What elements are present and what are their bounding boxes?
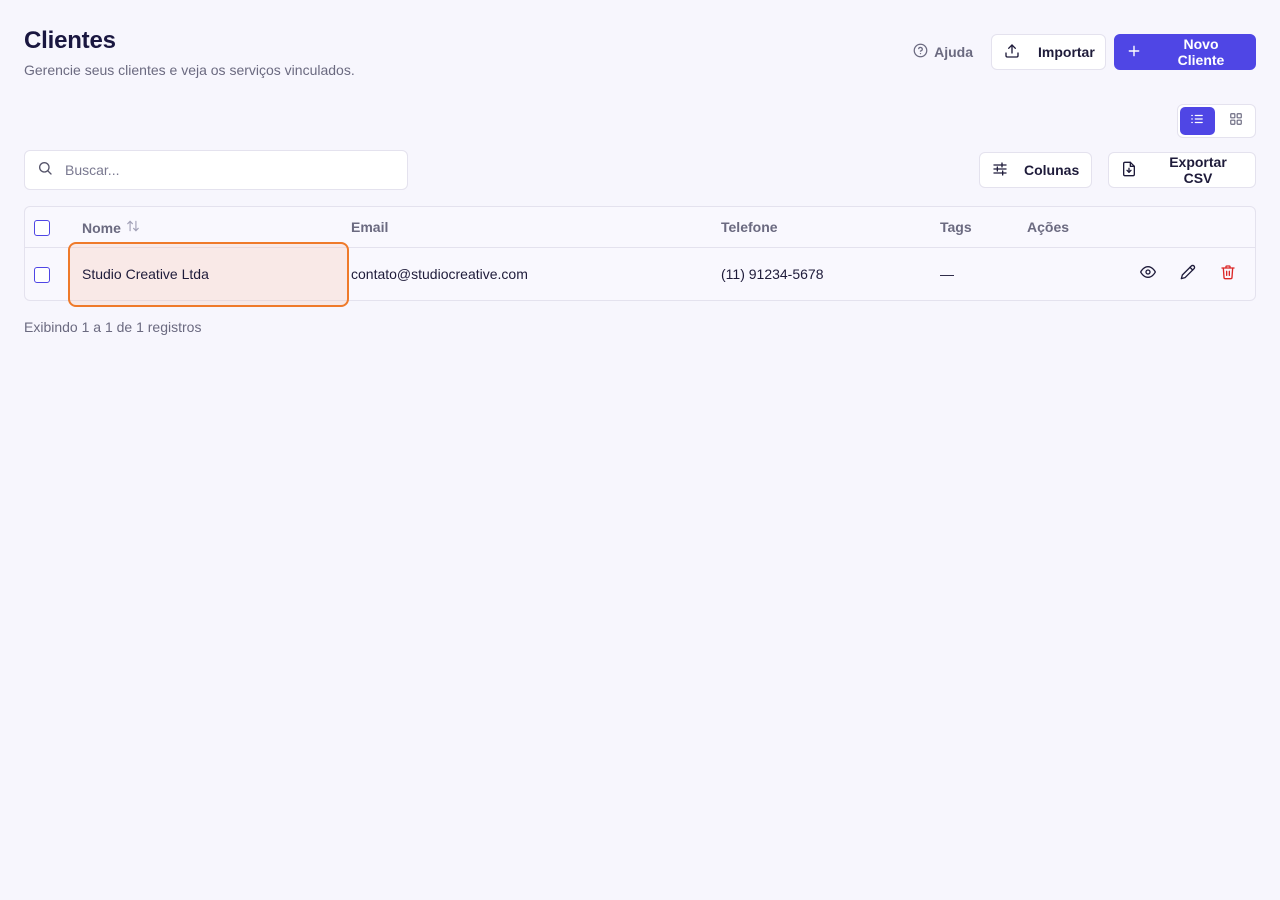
file-download-icon (1121, 161, 1137, 180)
export-csv-label: Exportar CSV (1169, 154, 1227, 186)
column-header-tags: Tags (940, 219, 972, 235)
grid-icon (1229, 112, 1243, 131)
column-header-name[interactable]: Nome (82, 219, 141, 236)
header-actions: Ajuda Importar Novo Cliente (903, 34, 1256, 70)
cell-phone: (11) 91234-5678 (721, 266, 824, 282)
pencil-icon (1180, 264, 1196, 285)
cell-name[interactable]: Studio Creative Ltda (82, 266, 209, 282)
page-title: Clientes (24, 27, 116, 54)
plus-icon (1127, 44, 1141, 61)
import-button[interactable]: Importar (991, 34, 1106, 70)
clients-table: Nome Email Telefone Tags Ações Studio Cr… (24, 206, 1256, 307)
columns-button[interactable]: Colunas (979, 152, 1092, 188)
help-circle-icon (913, 43, 928, 61)
clients-page: Clientes Gerencie seus clientes e veja o… (0, 0, 1280, 900)
columns-label: Colunas (1024, 162, 1080, 178)
cell-tags: — (940, 266, 954, 282)
trash-icon (1220, 264, 1236, 285)
eye-icon (1140, 264, 1156, 285)
import-label: Importar (1038, 44, 1095, 60)
cell-email: contato@studiocreative.com (351, 266, 528, 282)
search-box (24, 150, 408, 190)
list-icon (1190, 112, 1204, 131)
new-client-label: Novo Cliente (1177, 36, 1225, 68)
column-header-phone: Telefone (721, 219, 778, 235)
table-toolbar: Colunas Exportar CSV (979, 152, 1256, 188)
new-client-button[interactable]: Novo Cliente (1114, 34, 1256, 70)
search-input[interactable] (65, 162, 385, 178)
row-checkbox[interactable] (34, 267, 50, 283)
grid-view-button[interactable] (1219, 107, 1254, 135)
help-label: Ajuda (934, 44, 973, 60)
column-header-email: Email (351, 219, 389, 235)
sort-icon (125, 219, 141, 236)
pagination-summary: Exibindo 1 a 1 de 1 registros (24, 319, 202, 335)
help-link[interactable]: Ajuda (903, 34, 983, 70)
select-all-checkbox[interactable] (34, 220, 50, 236)
sliders-icon (992, 161, 1008, 180)
search-icon (37, 160, 53, 181)
table-row: Studio Creative Ltda contato@studiocreat… (25, 242, 1255, 307)
list-view-button[interactable] (1180, 107, 1215, 135)
upload-icon (1004, 43, 1020, 62)
view-toggle (1177, 104, 1256, 138)
view-button[interactable] (1137, 263, 1159, 285)
export-csv-button[interactable]: Exportar CSV (1108, 152, 1256, 188)
column-header-actions: Ações (1027, 219, 1070, 235)
edit-button[interactable] (1177, 263, 1199, 285)
delete-button[interactable] (1217, 263, 1239, 285)
page-subtitle: Gerencie seus clientes e veja os serviço… (24, 62, 355, 78)
row-actions (1137, 263, 1239, 285)
